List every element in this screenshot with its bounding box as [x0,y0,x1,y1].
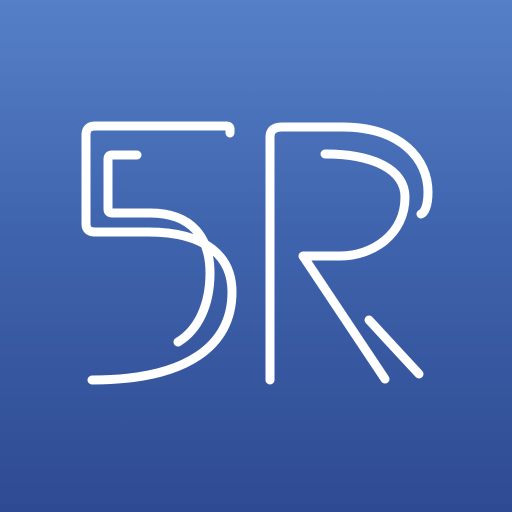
5r-logo-icon [81,121,433,385]
digit-5-inner-stroke [103,150,215,347]
app-icon [0,0,512,512]
